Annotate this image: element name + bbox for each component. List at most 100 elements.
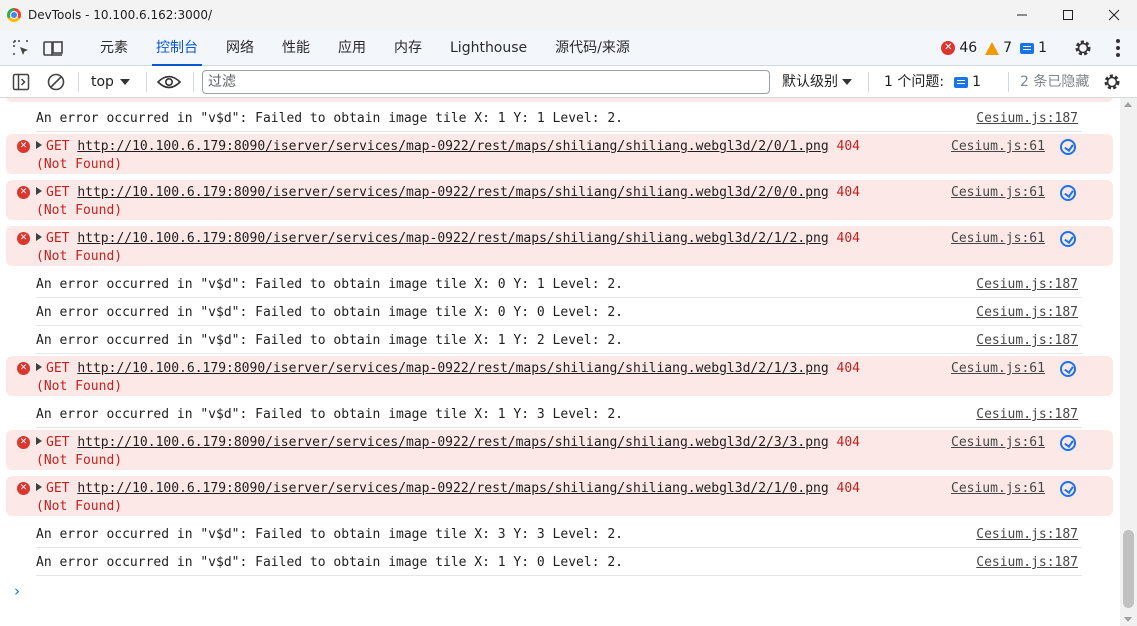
request-url-link[interactable]: http://10.100.6.179:8090/iserver/service…: [77, 361, 828, 376]
tab-performance[interactable]: 性能: [268, 30, 324, 66]
source-link[interactable]: Cesium.js:187: [976, 527, 1078, 542]
tab-console[interactable]: 控制台: [142, 30, 212, 66]
message-icon: [1020, 42, 1035, 54]
issues-button[interactable]: 1 个问题: 1: [884, 66, 981, 98]
source-link[interactable]: Cesium.js:187: [976, 305, 1078, 320]
status-text: (Not Found): [36, 249, 123, 264]
error-count: 46: [959, 40, 978, 56]
request-method: GET: [46, 435, 70, 450]
console-message-row: An error occurred in "v$d": Failed to ob…: [36, 520, 1082, 548]
request-method: GET: [46, 185, 70, 200]
status-code: 404: [836, 481, 860, 496]
tab-sources[interactable]: 源代码/来源: [541, 30, 644, 66]
request-url-link[interactable]: http://10.100.6.179:8090/iserver/service…: [77, 435, 828, 450]
toolbar-divider: [78, 72, 79, 92]
expand-triangle-icon[interactable]: [36, 233, 42, 241]
close-button[interactable]: [1091, 0, 1137, 30]
settings-gear-icon[interactable]: [1073, 38, 1093, 58]
clear-console-icon[interactable]: [47, 73, 65, 91]
scrollbar-thumb[interactable]: [1123, 530, 1134, 608]
minimize-icon: [1017, 14, 1027, 16]
scroll-up-icon[interactable]: [1124, 102, 1132, 107]
toolbar-divider: [1008, 72, 1009, 92]
source-link[interactable]: Cesium.js:187: [976, 277, 1078, 292]
console-output[interactable]: An error occurred in "v$d": Failed to ob…: [0, 98, 1120, 626]
source-link[interactable]: Cesium.js:61: [951, 139, 1045, 154]
maximize-button[interactable]: [1045, 0, 1091, 30]
tab-elements[interactable]: 元素: [86, 30, 142, 66]
expand-triangle-icon[interactable]: [36, 187, 42, 195]
devtools-tabbar: 元素 控制台 网络 性能 应用 内存 Lighthouse 源代码/来源 ✕ 4…: [0, 30, 1137, 66]
source-link[interactable]: Cesium.js:61: [951, 231, 1045, 246]
maximize-icon: [1063, 10, 1073, 20]
message-count: 1: [1038, 40, 1047, 56]
network-request-icon[interactable]: [1060, 481, 1076, 497]
status-code: 404: [836, 139, 860, 154]
request-method: GET: [46, 481, 70, 496]
filter-input[interactable]: 过滤: [202, 70, 770, 94]
source-link[interactable]: Cesium.js:61: [951, 435, 1045, 450]
network-request-icon[interactable]: [1060, 361, 1076, 377]
error-request-line: GET http://10.100.6.179:8090/iserver/ser…: [36, 231, 860, 246]
context-selector[interactable]: top: [91, 66, 130, 98]
message-counter[interactable]: 1: [1020, 40, 1047, 56]
error-request-line: GET http://10.100.6.179:8090/iserver/ser…: [36, 139, 860, 154]
expand-triangle-icon[interactable]: [36, 483, 42, 491]
request-url-link[interactable]: http://10.100.6.179:8090/iserver/service…: [77, 139, 828, 154]
device-toolbar-button[interactable]: [42, 37, 64, 59]
error-icon: ✕: [17, 186, 30, 199]
warning-counter[interactable]: 7: [985, 40, 1012, 56]
close-icon: [1108, 9, 1120, 21]
source-link[interactable]: Cesium.js:187: [976, 333, 1078, 348]
more-options-icon[interactable]: [1115, 39, 1121, 57]
console-prompt-icon[interactable]: ›: [14, 582, 20, 600]
console-error-row: ✕ GET http://10.100.6.179:8090/iserver/se…: [6, 356, 1113, 396]
log-levels-dropdown[interactable]: 默认级别: [782, 66, 852, 98]
source-link[interactable]: Cesium.js:187: [976, 555, 1078, 570]
expand-triangle-icon[interactable]: [36, 437, 42, 445]
issues-count: 1: [972, 74, 981, 90]
status-code: 404: [836, 361, 860, 376]
error-counter[interactable]: ✕ 46: [941, 40, 977, 56]
inspect-element-icon: [13, 39, 28, 55]
toolbar-divider: [146, 72, 147, 92]
sidebar-toggle-icon[interactable]: [12, 73, 30, 91]
console-message-row: An error occurred in "v$d": Failed to ob…: [36, 548, 1082, 576]
hidden-count: 2 条已隐藏: [1020, 74, 1090, 90]
status-text: (Not Found): [36, 499, 123, 514]
expand-triangle-icon[interactable]: [36, 141, 42, 149]
console-settings-gear-icon[interactable]: [1102, 72, 1122, 92]
status-text: (Not Found): [36, 453, 123, 468]
issue-counters[interactable]: ✕ 46 7 1: [941, 30, 1047, 66]
status-code: 404: [836, 185, 860, 200]
issues-label: 1 个问题:: [884, 74, 945, 90]
network-request-icon[interactable]: [1060, 139, 1076, 155]
request-url-link[interactable]: http://10.100.6.179:8090/iserver/service…: [77, 481, 828, 496]
network-request-icon[interactable]: [1060, 231, 1076, 247]
source-link[interactable]: Cesium.js:61: [951, 481, 1045, 496]
scroll-down-icon[interactable]: [1124, 617, 1132, 622]
network-request-icon[interactable]: [1060, 185, 1076, 201]
minimize-button[interactable]: [999, 0, 1045, 30]
tab-memory[interactable]: 内存: [380, 30, 436, 66]
tab-lighthouse[interactable]: Lighthouse: [436, 30, 541, 66]
inspect-element-button[interactable]: [10, 37, 32, 59]
error-icon: ✕: [17, 232, 30, 245]
source-link[interactable]: Cesium.js:187: [976, 407, 1078, 422]
tab-network[interactable]: 网络: [212, 30, 268, 66]
request-url-link[interactable]: http://10.100.6.179:8090/iserver/service…: [77, 231, 828, 246]
status-text: (Not Found): [36, 157, 123, 172]
tab-application[interactable]: 应用: [324, 30, 380, 66]
source-link[interactable]: Cesium.js:61: [951, 361, 1045, 376]
context-value: top: [91, 74, 114, 90]
issues-counter: 1: [954, 66, 981, 98]
source-link[interactable]: Cesium.js:187: [976, 111, 1078, 126]
network-request-icon[interactable]: [1060, 435, 1076, 451]
console-message-text: An error occurred in "v$d": Failed to ob…: [36, 407, 623, 422]
source-link[interactable]: Cesium.js:61: [951, 185, 1045, 200]
request-url-link[interactable]: http://10.100.6.179:8090/iserver/service…: [77, 185, 828, 200]
message-icon: [954, 76, 969, 88]
live-expression-icon[interactable]: [157, 74, 181, 90]
expand-triangle-icon[interactable]: [36, 363, 42, 371]
console-scrollbar[interactable]: [1120, 98, 1137, 626]
